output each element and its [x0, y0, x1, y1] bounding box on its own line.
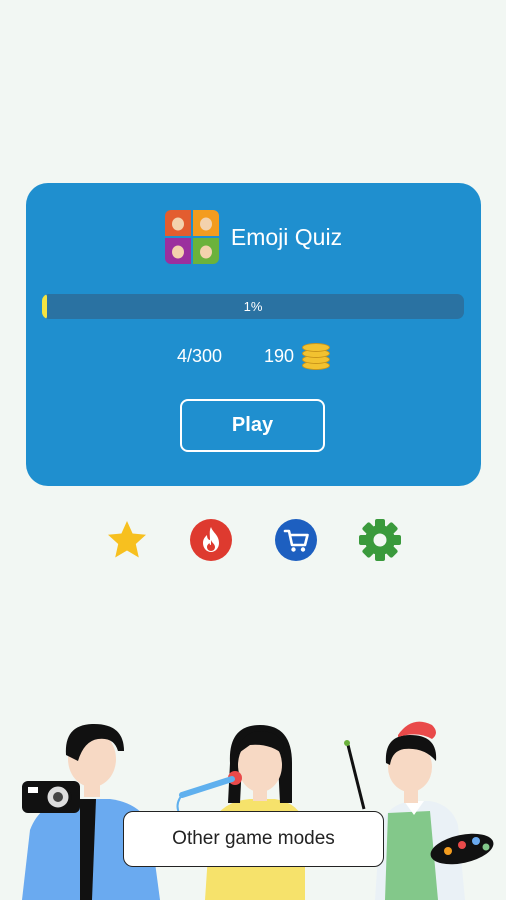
- settings-button[interactable]: [358, 518, 402, 562]
- progress-bar: 1%: [42, 294, 464, 319]
- coins-icon: [302, 343, 331, 370]
- star-icon: [108, 521, 146, 558]
- quiz-title-row: Emoji Quiz: [26, 209, 481, 265]
- game-modes-illustration: [22, 721, 494, 900]
- stats-row: 4/300 190: [26, 341, 481, 371]
- emoji-quiz-logo: [164, 210, 219, 264]
- quiz-card: Emoji Quiz 1% 4/300 190 Play: [26, 183, 481, 486]
- quiz-title: Emoji Quiz: [230, 223, 343, 250]
- other-game-modes-button[interactable]: Other game modes: [123, 811, 384, 867]
- cart-icon: [275, 519, 317, 561]
- gear-icon: [359, 519, 401, 561]
- play-button[interactable]: Play: [180, 399, 325, 452]
- favorites-button[interactable]: [105, 518, 149, 562]
- action-icons-row: [0, 518, 506, 562]
- coin-count: 190: [264, 345, 295, 366]
- coin-balance: 190: [264, 343, 331, 370]
- shop-button[interactable]: [274, 518, 318, 562]
- fire-icon: [190, 519, 232, 561]
- streak-button[interactable]: [189, 518, 233, 562]
- progress-label: 1%: [243, 299, 263, 314]
- level-progress: 4/300: [176, 345, 222, 366]
